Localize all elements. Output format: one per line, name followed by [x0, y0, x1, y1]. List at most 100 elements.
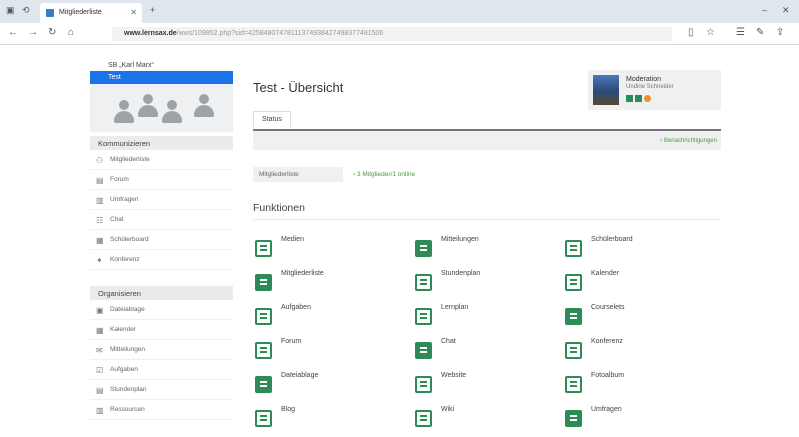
timetable-icon: ▤: [96, 386, 104, 395]
dateiablage-icon: [255, 376, 272, 393]
fotoalbum-icon: [565, 376, 582, 393]
sidebar-item-ressourcen[interactable]: ▥ Ressourcen: [90, 400, 233, 420]
members-icon: ⚇: [96, 156, 104, 165]
function-stundenplan[interactable]: Stundenplan: [415, 270, 555, 298]
sidebar-item-mitteilungen[interactable]: ✉ Mitteilungen: [90, 340, 233, 360]
sidebar-item-label: Stundenplan: [110, 386, 147, 393]
close-tab-icon[interactable]: ✕: [130, 8, 137, 17]
sidebar-item-label: Dateiablage: [110, 306, 145, 313]
notes-icon[interactable]: ✎: [756, 27, 764, 38]
sidebar-item-schuelerboard[interactable]: ▦ Schülerboard: [90, 230, 233, 250]
konferenz-icon: [565, 342, 582, 359]
function-konferenz[interactable]: Konferenz: [565, 338, 705, 366]
browser-tab[interactable]: Mitgliederliste ✕: [40, 3, 142, 23]
home-icon[interactable]: ⌂: [68, 27, 74, 38]
messages-icon: ✉: [96, 346, 103, 355]
sidebar-item-label: Mitgliederliste: [110, 156, 150, 163]
function-fotoalbum[interactable]: Fotoalbum: [565, 372, 705, 400]
profile-mail-icon[interactable]: [635, 95, 642, 102]
wiki-icon: [415, 410, 432, 427]
forum-icon: [255, 342, 272, 359]
notifications-link[interactable]: › Benachrichtigungen: [660, 138, 717, 144]
function-lernplan[interactable]: Lernplan: [415, 304, 555, 332]
function-forum[interactable]: Forum: [255, 338, 395, 366]
medien-icon: [255, 240, 272, 257]
profile-photo: [593, 75, 619, 105]
tab-actions-icon[interactable]: ▣: [6, 5, 15, 16]
sidebar-item-dateiablage[interactable]: ▣ Dateiablage: [90, 300, 233, 320]
function-dateiablage[interactable]: Dateiablage: [255, 372, 395, 400]
function-mitgliederliste[interactable]: Mitgliederliste: [255, 270, 395, 298]
page-title: Test - Übersicht: [253, 80, 344, 95]
sidebar-item-konferenz[interactable]: ✦ Konferenz: [90, 250, 233, 270]
members-label: Mitgliederliste: [253, 167, 343, 182]
function-mitteilungen[interactable]: Mitteilungen: [415, 236, 555, 264]
online-status-icon: [644, 95, 651, 102]
function-schuelerboard[interactable]: Schülerboard: [565, 236, 705, 264]
aufgaben-icon: [255, 308, 272, 325]
sidebar-item-stundenplan[interactable]: ▤ Stundenplan: [90, 380, 233, 400]
function-kalender[interactable]: Kalender: [565, 270, 705, 298]
sidebar-item-umfragen[interactable]: ▥ Umfragen: [90, 190, 233, 210]
sidebar-item-chat[interactable]: ☷ Chat: [90, 210, 233, 230]
favorite-icon[interactable]: ☆: [706, 27, 715, 38]
function-label: Dateiablage: [281, 372, 319, 379]
website-icon: [415, 376, 432, 393]
function-blog[interactable]: Blog: [255, 406, 395, 434]
person-icon: [114, 100, 134, 128]
tab-status[interactable]: Status: [253, 111, 291, 127]
sidebar-item-forum[interactable]: ▤ Forum: [90, 170, 233, 190]
sidebar-item-label: Forum: [110, 176, 129, 183]
reading-view-icon[interactable]: ▯: [688, 27, 694, 38]
function-label: Umfragen: [591, 406, 622, 413]
back-tabs-icon[interactable]: ⟲: [22, 5, 30, 16]
reload-icon[interactable]: ↻: [48, 27, 56, 38]
browser-tab-bar: ▣ ⟲ Mitgliederliste ✕ + – ✕: [0, 0, 799, 23]
person-icon: [138, 94, 158, 122]
share-icon[interactable]: ⇪: [776, 27, 784, 38]
profile-card[interactable]: Moderation Undine Schneider: [588, 70, 721, 110]
back-icon[interactable]: ←: [8, 27, 18, 38]
blog-icon: [255, 410, 272, 427]
section-communicate: Kommunizieren: [90, 136, 233, 150]
function-medien[interactable]: Medien: [255, 236, 395, 264]
function-label: Medien: [281, 236, 304, 243]
function-umfragen[interactable]: Umfragen: [565, 406, 705, 434]
sidebar-item-label: Schülerboard: [110, 236, 149, 243]
function-chat[interactable]: Chat: [415, 338, 555, 366]
calendar-icon: ▦: [96, 326, 104, 335]
sidebar-item-label: Kalender: [110, 326, 137, 333]
sidebar-item-mitgliederliste[interactable]: ⚇ Mitgliederliste: [90, 150, 233, 170]
chat-icon: ☷: [96, 216, 104, 225]
new-tab-icon[interactable]: +: [150, 5, 155, 15]
minimize-icon[interactable]: –: [762, 5, 767, 15]
forward-icon[interactable]: →: [28, 27, 38, 38]
close-window-icon[interactable]: ✕: [782, 5, 790, 16]
group-avatar: [90, 84, 233, 132]
sidebar-item-label: Ressourcen: [110, 406, 145, 413]
profile-name: Moderation: [626, 76, 662, 83]
board-icon: ▦: [96, 236, 104, 245]
divider: [253, 219, 721, 220]
sidebar-item-label: Chat: [110, 216, 124, 223]
mitgliederliste-icon: [255, 274, 272, 291]
members-link[interactable]: › 3 Mitglieder/1 online: [353, 171, 415, 178]
hub-icon[interactable]: ☰: [736, 27, 745, 38]
function-label: Courselets: [591, 304, 625, 311]
lernplan-icon: [415, 308, 432, 325]
status-panel: › Benachrichtigungen: [253, 131, 721, 150]
sidebar-item-kalender[interactable]: ▦ Kalender: [90, 320, 233, 340]
sidebar-item-aufgaben[interactable]: ☑ Aufgaben: [90, 360, 233, 380]
url-field[interactable]: www.lernsax.de/wws/109852.php?sid=425848…: [112, 27, 672, 41]
function-courselets[interactable]: Courselets: [565, 304, 705, 332]
umfragen-icon: [565, 410, 582, 427]
function-label: Konferenz: [591, 338, 623, 345]
function-website[interactable]: Website: [415, 372, 555, 400]
person-icon: [194, 94, 214, 122]
profile-edit-icon[interactable]: [626, 95, 633, 102]
function-label: Mitgliederliste: [281, 270, 324, 277]
function-wiki[interactable]: Wiki: [415, 406, 555, 434]
sidebar-course-active[interactable]: Test: [90, 71, 233, 84]
function-aufgaben[interactable]: Aufgaben: [255, 304, 395, 332]
stundenplan-icon: [415, 274, 432, 291]
